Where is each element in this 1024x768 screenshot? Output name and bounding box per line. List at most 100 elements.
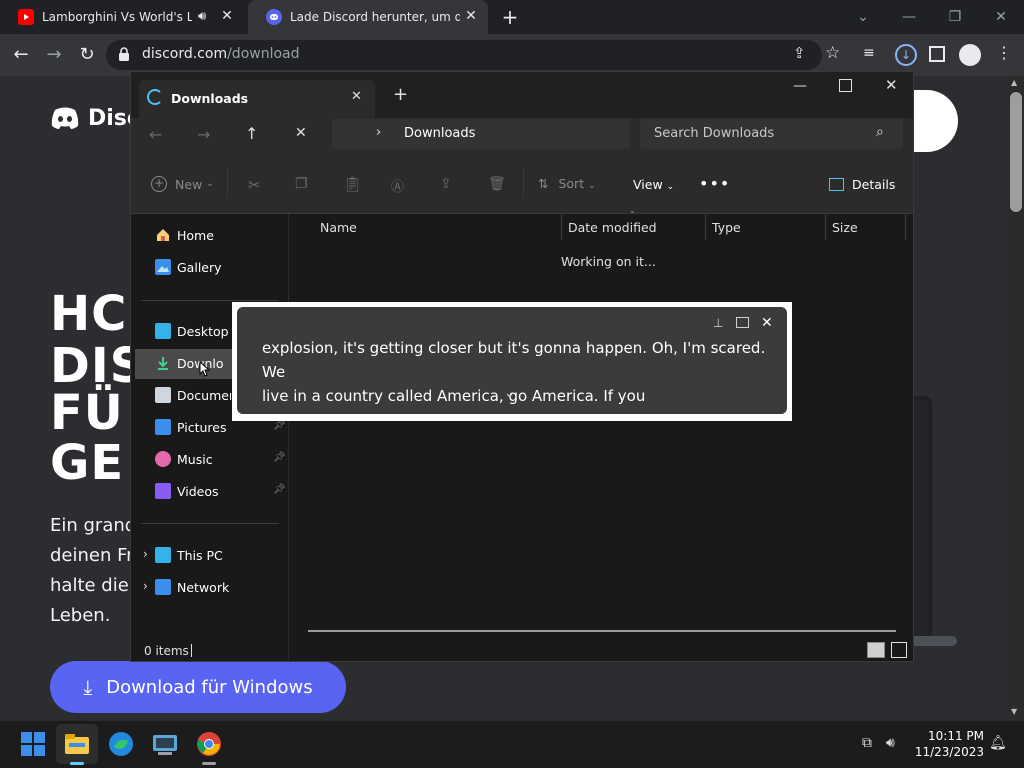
new-tab-icon[interactable]: +	[499, 6, 521, 28]
more-options-icon[interactable]: •••	[699, 174, 730, 193]
column-header-name[interactable]: Name	[320, 220, 357, 235]
speaker-icon[interactable]: 🔊︎	[198, 9, 206, 24]
column-separator[interactable]	[905, 214, 906, 240]
back-icon[interactable]: ←	[10, 44, 32, 66]
details-view-icon[interactable]	[867, 642, 885, 658]
pin-icon[interactable]: 📌︎	[273, 420, 286, 431]
minimize-icon[interactable]: —	[898, 6, 920, 28]
rename-icon[interactable]: Ⓐ	[391, 176, 404, 195]
horizontal-scrollbar[interactable]	[308, 630, 896, 632]
edge-icon[interactable]	[108, 731, 134, 757]
scroll-down-icon[interactable]: ▼	[1011, 707, 1017, 716]
expand-chevron-icon[interactable]: ›	[143, 579, 148, 593]
explorer-up-icon[interactable]: ↑	[245, 124, 258, 143]
explorer-address-bar[interactable]: › Downloads	[332, 119, 630, 149]
hero-line: FÜ	[50, 385, 124, 441]
display-icon[interactable]: ⧉	[862, 735, 872, 751]
pin-caption-icon[interactable]: ⊥	[713, 316, 723, 330]
column-header-date-modified[interactable]: Date modified	[568, 220, 657, 235]
page-scrollbar-thumb[interactable]	[1010, 92, 1022, 212]
windows-start-icon[interactable]	[20, 731, 46, 757]
copy-icon[interactable]: ❐	[295, 176, 308, 192]
breadcrumb[interactable]: Downloads	[404, 126, 475, 141]
sidebar-item-label: Videos	[177, 483, 219, 499]
notification-bell-icon[interactable]: 🔔︎	[989, 735, 1007, 751]
clock-date[interactable]: 11/23/2023	[910, 745, 984, 759]
sidebar-item-this-pc[interactable]: This PC	[155, 541, 285, 569]
sidebar-item-network[interactable]: Network	[155, 573, 285, 601]
volume-icon[interactable]: 🔊︎	[886, 735, 895, 751]
sidebar-item-gallery[interactable]: Gallery	[155, 253, 285, 281]
sidebar-item-label: Network	[177, 579, 230, 595]
new-explorer-tab-icon[interactable]: +	[393, 84, 408, 105]
expand-chevron-icon[interactable]: ›	[143, 547, 148, 561]
forward-icon[interactable]: →	[43, 44, 65, 66]
sidebar-item-home[interactable]: Home	[155, 221, 285, 249]
pin-icon[interactable]: 📌︎	[273, 484, 286, 495]
file-explorer-taskbar-icon[interactable]	[64, 731, 90, 757]
explorer-maximize-icon[interactable]	[839, 79, 852, 92]
intro-paragraph-line: halte die l	[50, 575, 140, 596]
sidebar-item-music[interactable]: Music	[155, 445, 285, 473]
bookmark-star-icon[interactable]: ☆	[825, 43, 840, 63]
explorer-search-box[interactable]: Search Downloads ⌕	[640, 119, 903, 149]
tab-discord[interactable]: Lade Discord herunter, um dich ✕	[248, 0, 488, 34]
chevron-down-icon: ⌄	[206, 179, 214, 189]
explorer-tab-downloads[interactable]: Downloads ✕	[139, 80, 375, 118]
url-text[interactable]: discord.com/download	[142, 46, 300, 62]
explorer-minimize-icon[interactable]: —	[793, 78, 807, 94]
sort-button[interactable]: ⇅ Sort ⌄	[538, 176, 596, 191]
lock-icon[interactable]	[118, 47, 130, 61]
tab-youtube[interactable]: Lamborghini Vs World's Larg 🔊︎ ✕	[0, 0, 244, 34]
explorer-close-icon[interactable]: ✕	[885, 76, 898, 94]
delete-icon[interactable]: 🗑︎	[488, 176, 506, 192]
column-separator[interactable]	[825, 214, 826, 240]
discord-logo-icon[interactable]	[50, 106, 80, 130]
close-caption-icon[interactable]: ✕	[761, 315, 773, 331]
window-close-icon[interactable]: ✕	[990, 6, 1012, 28]
sidebar-item-label: Documents	[177, 387, 231, 403]
downloads-icon[interactable]: ↓	[895, 44, 917, 66]
menu-kebab-icon[interactable]: ⋮	[996, 43, 1012, 62]
scroll-up-icon[interactable]: ▲	[1011, 78, 1017, 87]
clock-time[interactable]: 10:11 PM	[920, 729, 984, 743]
downloads-icon	[155, 355, 171, 371]
search-icon[interactable]: ⌕	[876, 124, 884, 140]
terminal-app-icon[interactable]	[152, 731, 178, 757]
view-button[interactable]: View ⌄	[633, 177, 674, 192]
profile-avatar-icon[interactable]	[959, 44, 981, 66]
details-pane-button[interactable]: Details	[829, 177, 895, 192]
sidebar-item-documents[interactable]: Documents	[155, 381, 231, 409]
caption-expand-chevron-icon[interactable]: ⌄	[504, 386, 515, 401]
search-input[interactable]: Search Downloads	[654, 126, 774, 141]
side-panel-icon[interactable]	[929, 46, 945, 62]
media-control-icon[interactable]: ≡	[863, 45, 875, 61]
paste-icon[interactable]: 📋︎	[343, 175, 362, 193]
discord-icon	[266, 9, 282, 25]
reload-icon[interactable]: ↻	[76, 44, 98, 66]
restore-icon[interactable]: ❐	[944, 6, 966, 28]
cut-icon[interactable]: ✂	[248, 176, 261, 194]
column-separator[interactable]	[561, 214, 562, 240]
explorer-back-icon[interactable]: ←	[149, 125, 162, 144]
chrome-icon[interactable]	[196, 731, 222, 757]
close-explorer-tab-icon[interactable]: ✕	[351, 89, 362, 104]
expand-caption-icon[interactable]	[736, 317, 749, 328]
sidebar-item-downloads[interactable]: Downloads	[155, 349, 223, 377]
share-icon[interactable]: ⇪	[440, 176, 452, 192]
youtube-icon	[18, 9, 34, 25]
close-tab-icon[interactable]: ✕	[464, 9, 478, 23]
share-icon[interactable]: ⇪	[793, 44, 806, 62]
pin-icon[interactable]: 📌︎	[273, 452, 286, 463]
column-header-type[interactable]: Type	[712, 220, 741, 235]
column-separator[interactable]	[705, 214, 706, 240]
new-button[interactable]: + New ⌄	[151, 176, 214, 192]
download-for-windows-button[interactable]: ⤓ Download für Windows	[50, 661, 346, 713]
explorer-stop-icon[interactable]: ✕	[295, 125, 307, 141]
column-header-size[interactable]: Size	[832, 220, 858, 235]
explorer-forward-icon[interactable]: →	[197, 125, 210, 144]
close-tab-icon[interactable]: ✕	[220, 9, 234, 23]
tab-search-icon[interactable]: ⌄	[852, 6, 874, 28]
sidebar-item-videos[interactable]: Videos	[155, 477, 285, 505]
tiles-view-icon[interactable]	[891, 642, 907, 658]
